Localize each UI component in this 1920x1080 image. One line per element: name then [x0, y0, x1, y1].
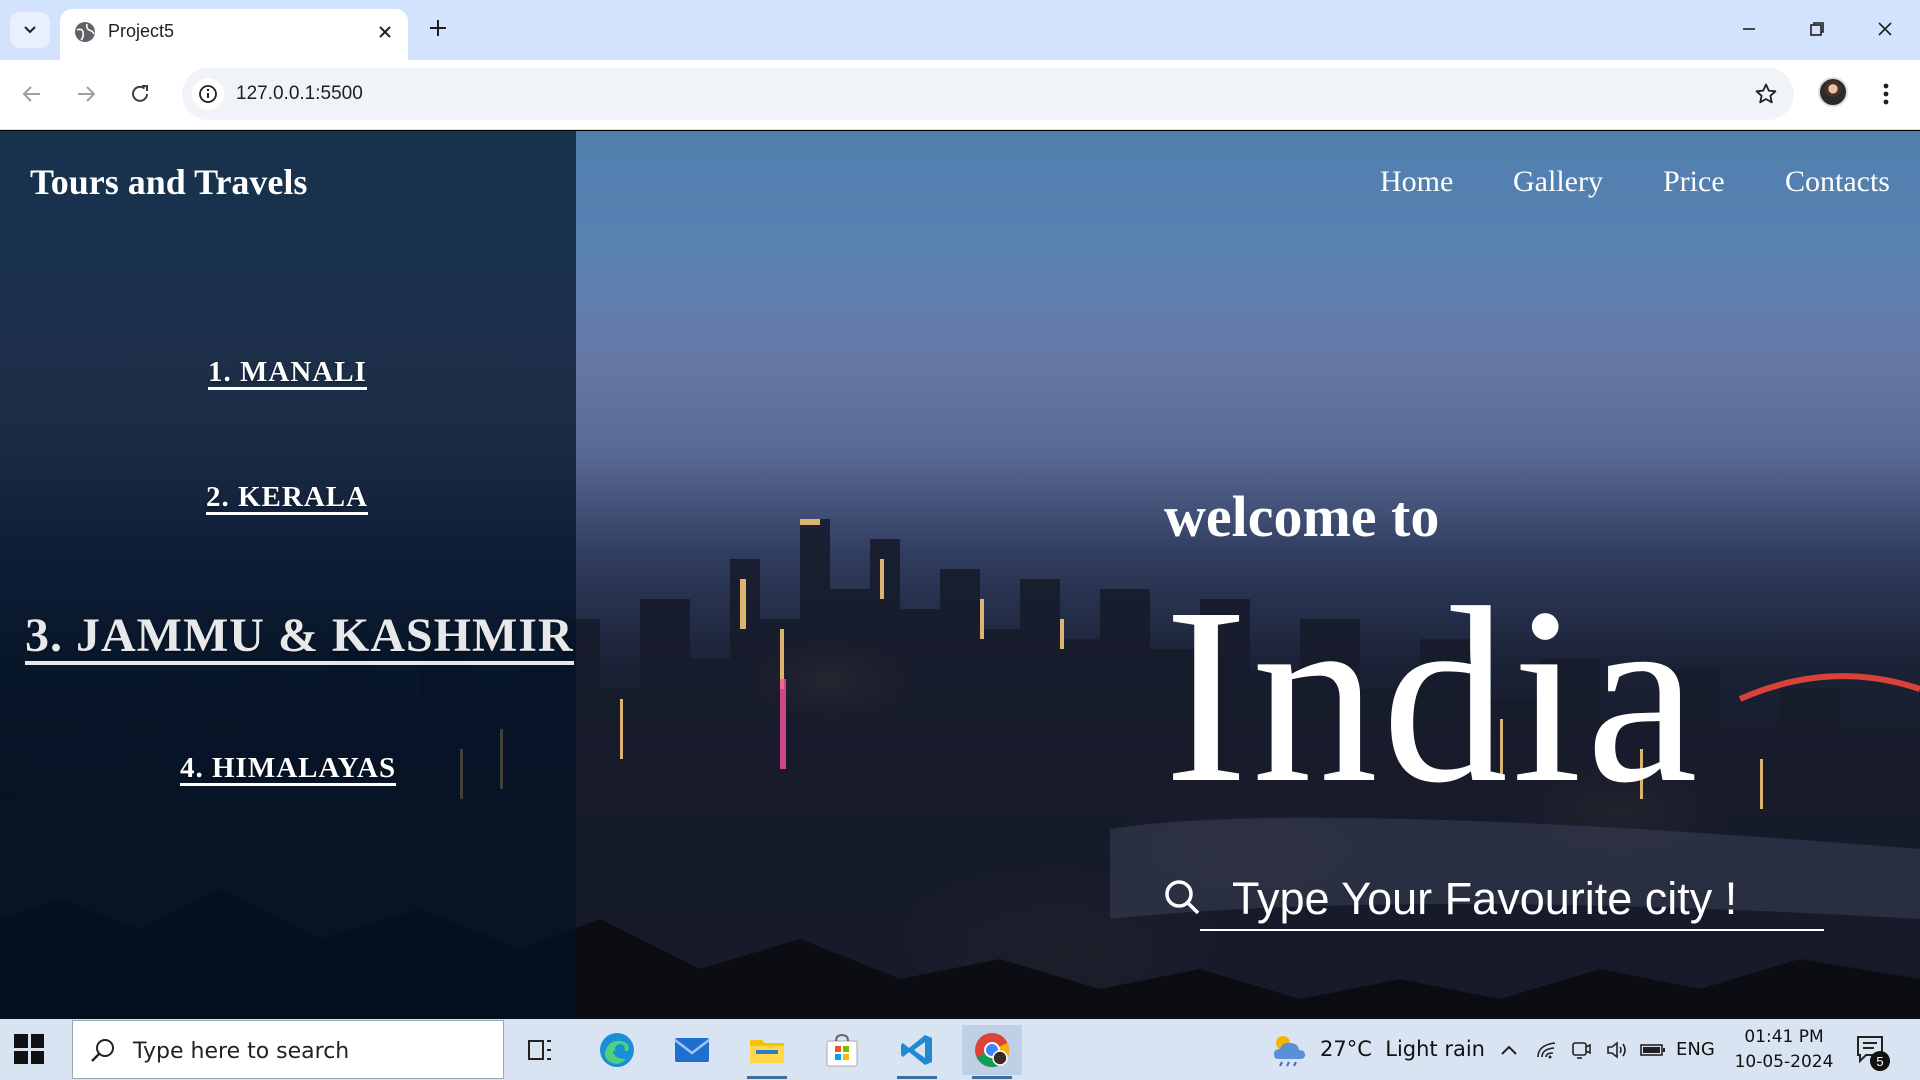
nav-link-contacts[interactable]: Contacts	[1785, 165, 1890, 199]
destination-link-jammu-kashmir[interactable]: 3. JAMMU & KASHMIR	[25, 610, 574, 666]
reload-icon	[132, 85, 148, 102]
app-running-indicator	[972, 1076, 1012, 1079]
app-running-indicator	[747, 1076, 787, 1079]
input-language[interactable]: ENG	[1676, 1039, 1715, 1060]
weather-condition: Light rain	[1385, 1037, 1485, 1061]
tab-search-button[interactable]	[10, 12, 50, 48]
plus-icon	[430, 20, 446, 36]
arrow-left-icon	[22, 86, 40, 102]
windows-taskbar: Type here to search 27°C Light rain ENG …	[0, 1019, 1920, 1080]
taskbar-app-chrome[interactable]	[962, 1025, 1022, 1079]
chevron-down-icon	[24, 26, 36, 34]
browser-toolbar: 127.0.0.1:5500	[0, 60, 1920, 130]
folder-icon	[750, 1040, 784, 1063]
city-search-input[interactable]	[1200, 869, 1824, 931]
show-hidden-icons-button[interactable]	[1496, 1037, 1522, 1063]
taskbar-app-store[interactable]	[812, 1025, 872, 1075]
taskbar-app-edge[interactable]	[587, 1025, 647, 1075]
taskbar-app-file-explorer[interactable]	[737, 1025, 797, 1079]
network-status[interactable]	[1534, 1037, 1560, 1063]
star-icon	[1755, 83, 1777, 104]
clock-date: 10-05-2024	[1734, 1052, 1834, 1072]
browser-tab-strip: Project5	[0, 0, 1920, 60]
task-view-button[interactable]	[510, 1025, 570, 1075]
arrow-right-icon	[78, 86, 96, 102]
windows-start-button[interactable]	[14, 1034, 44, 1064]
site-info-button[interactable]	[192, 78, 224, 110]
battery-status[interactable]	[1640, 1037, 1666, 1063]
taskbar-search-placeholder: Type here to search	[133, 1039, 350, 1064]
taskbar-app-vscode[interactable]	[887, 1025, 947, 1079]
mail-icon	[674, 1038, 710, 1062]
site-brand[interactable]: Tours and Travels	[30, 161, 307, 203]
weather-widget[interactable]: 27°C Light rain	[1320, 1037, 1485, 1061]
close-icon	[379, 26, 391, 38]
taskbar-app-mail[interactable]	[662, 1025, 722, 1075]
minimize-button[interactable]	[1726, 12, 1772, 46]
reload-button[interactable]	[122, 76, 158, 112]
task-view-icon	[528, 1040, 551, 1060]
edge-icon	[600, 1033, 634, 1067]
restore-button[interactable]	[1794, 12, 1840, 46]
profile-avatar[interactable]	[1818, 77, 1848, 107]
nav-link-price[interactable]: Price	[1663, 165, 1725, 199]
more-vertical-icon	[1883, 83, 1889, 105]
device-status[interactable]	[1568, 1037, 1594, 1063]
meet-now-icon	[1572, 1042, 1591, 1059]
speaker-icon	[1607, 1041, 1626, 1059]
hero-country-title: India	[1164, 555, 1702, 835]
close-window-button[interactable]	[1862, 12, 1908, 46]
webpage-hero: Tours and Travels 1. MANALI 2. KERALA 3.…	[0, 131, 1920, 1019]
url-text: 127.0.0.1:5500	[236, 83, 363, 104]
sidebar-panel: Tours and Travels 1. MANALI 2. KERALA 3.…	[0, 131, 576, 1019]
chrome-icon	[975, 1033, 1010, 1068]
new-tab-button[interactable]	[424, 14, 452, 42]
wifi-icon	[1537, 1042, 1556, 1059]
clock-time: 01:41 PM	[1744, 1027, 1824, 1047]
taskbar-search-box[interactable]: Type here to search	[72, 1020, 504, 1079]
nav-link-gallery[interactable]: Gallery	[1513, 165, 1603, 199]
weather-temperature: 27°C	[1320, 1037, 1372, 1061]
volume-control[interactable]	[1604, 1037, 1630, 1063]
destination-link-manali[interactable]: 1. MANALI	[208, 357, 367, 391]
notification-count-badge: 5	[1870, 1051, 1890, 1071]
info-icon	[199, 85, 217, 103]
close-icon	[1878, 22, 1892, 36]
vscode-icon	[901, 1035, 932, 1065]
weather-rain-icon[interactable]	[1270, 1031, 1308, 1069]
bookmark-button[interactable]	[1750, 78, 1782, 110]
forward-button[interactable]	[68, 76, 104, 112]
search-icon[interactable]	[1162, 877, 1202, 917]
app-running-indicator	[897, 1076, 937, 1079]
search-icon	[91, 1039, 114, 1062]
address-bar[interactable]: 127.0.0.1:5500	[182, 68, 1794, 120]
tab-close-button[interactable]	[372, 19, 398, 45]
browser-tab[interactable]: Project5	[60, 9, 408, 60]
destination-link-himalayas[interactable]: 4. HIMALAYAS	[180, 753, 397, 787]
chevron-up-icon	[1501, 1045, 1517, 1055]
browser-menu-button[interactable]	[1872, 78, 1900, 110]
nav-link-home[interactable]: Home	[1380, 165, 1453, 199]
store-icon	[826, 1033, 858, 1067]
tab-title: Project5	[108, 21, 175, 41]
destination-link-kerala[interactable]: 2. KERALA	[206, 482, 369, 516]
windows-logo-icon	[14, 1034, 28, 1048]
restore-icon	[1810, 22, 1824, 36]
minimize-icon	[1743, 28, 1755, 30]
back-button[interactable]	[14, 76, 50, 112]
battery-icon	[1640, 1044, 1665, 1056]
globe-icon	[75, 22, 95, 42]
hero-welcome-text: welcome to	[1164, 484, 1440, 549]
system-clock[interactable]: 01:41 PM 10-05-2024	[1732, 1025, 1836, 1075]
